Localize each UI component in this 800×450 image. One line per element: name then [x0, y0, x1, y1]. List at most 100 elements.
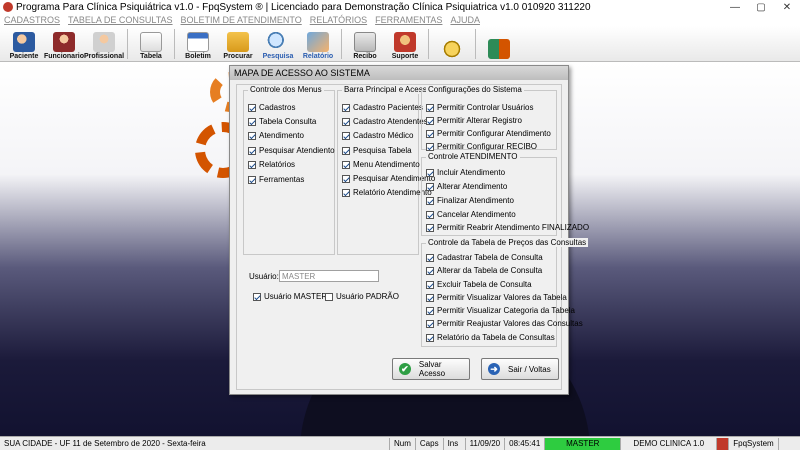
- status-caps: Caps: [416, 437, 444, 450]
- checkbox-visualizar-categoria[interactable]: Permitir Visualizar Categoria da Tabela: [426, 306, 575, 315]
- minimize-button[interactable]: —: [722, 0, 748, 14]
- paciente-label: Paciente: [9, 53, 39, 60]
- menu-ferramentas[interactable]: FERRAMENTAS: [375, 15, 442, 25]
- menu-relatorios[interactable]: RELATÓRIOS: [310, 15, 367, 25]
- status-clinic: DEMO CLINICA 1.0: [621, 437, 718, 450]
- exit-back-label: Sair / Voltas: [508, 364, 551, 374]
- usuario-input[interactable]: MASTER: [279, 270, 379, 282]
- group-configuracoes: Configurações do Sistema Permitir Contro…: [421, 85, 557, 151]
- checkbox-relatorios[interactable]: Relatórios: [248, 160, 295, 169]
- group-title: Configurações do Sistema: [426, 85, 524, 94]
- checkbox-cadastrar-tabela[interactable]: Cadastrar Tabela de Consulta: [426, 253, 543, 262]
- status-date: 11/09/20: [466, 437, 506, 450]
- checkbox-atendimento[interactable]: Atendimento: [248, 131, 304, 140]
- checkbox-visualizar-valores[interactable]: Permitir Visualizar Valores da Tabela: [426, 293, 567, 302]
- suporte-label: Suporte: [391, 53, 419, 60]
- checkbox-finalizar-atendimento[interactable]: Finalizar Atendimento: [426, 196, 514, 205]
- status-user: MASTER: [545, 437, 622, 450]
- paciente-button[interactable]: Paciente: [4, 27, 44, 61]
- people-icon: [13, 32, 35, 52]
- receipt-icon: [354, 32, 376, 52]
- pesquisa-button[interactable]: Pesquisa: [258, 27, 298, 61]
- checkbox-cancelar-atendimento[interactable]: Cancelar Atendimento: [426, 210, 516, 219]
- usuario-label: Usuário:: [249, 272, 279, 281]
- checkbox-pesquisar-atendimento[interactable]: Pesquisar Atendiento: [248, 146, 335, 155]
- profissional-button[interactable]: Profissional: [84, 27, 124, 61]
- exit-back-button[interactable]: ➜ Sair / Voltas: [481, 358, 559, 380]
- staff-icon: [53, 32, 75, 52]
- checkbox-excluir-tabela[interactable]: Excluir Tabela de Consulta: [426, 280, 532, 289]
- checkbox-configurar-atendimento[interactable]: Permitir Configurar Atendimento: [426, 129, 551, 138]
- recibo-button[interactable]: Recibo: [345, 27, 385, 61]
- checkbox-usuario-padrao[interactable]: Usuário PADRÃO: [325, 292, 399, 301]
- checkbox-configurar-recibo[interactable]: Permitir Configurar RECIBO: [426, 142, 537, 151]
- checkmark-icon: ✔: [399, 363, 411, 375]
- checkbox-pesquisa-tabela[interactable]: Pesquisa Tabela: [342, 146, 412, 155]
- checkbox-cadastro-medico[interactable]: Cadastro Médico: [342, 131, 413, 140]
- group-barra-principal: Barra Principal e Acessos Cadastro Pacie…: [337, 85, 438, 255]
- menu-cadastros[interactable]: CADASTROS: [4, 15, 60, 25]
- relatorio-button[interactable]: Relatório: [298, 27, 338, 61]
- group-title: Controle da Tabela de Preços das Consult…: [426, 238, 589, 247]
- checkbox-incluir-atendimento[interactable]: Incluir Atendimento: [426, 168, 505, 177]
- menu-boletim-de-atendimento[interactable]: BOLETIM DE ATENDIMENTO: [181, 15, 302, 25]
- menu-bar: CADASTROS TABELA DE CONSULTAS BOLETIM DE…: [0, 14, 800, 26]
- pesquisa-label: Pesquisa: [262, 53, 294, 60]
- back-arrow-icon: ➜: [488, 363, 500, 375]
- maximize-button[interactable]: ▢: [748, 0, 774, 14]
- menu-ajuda[interactable]: AJUDA: [450, 15, 480, 25]
- close-button[interactable]: ✕: [774, 0, 800, 14]
- checkbox-controlar-usuarios[interactable]: Permitir Controlar Usuários: [426, 103, 533, 112]
- checkbox-relatorio-atendimento[interactable]: Relatório Atendimento: [342, 188, 432, 197]
- boletim-label: Boletim: [185, 53, 211, 60]
- save-access-button[interactable]: ✔ Salvar Acesso: [392, 358, 470, 380]
- profissional-label: Profissional: [83, 53, 125, 60]
- checkbox-reajustar-valores[interactable]: Permitir Reajustar Valores das Consultas: [426, 319, 583, 328]
- toolbar-separator: [428, 29, 429, 59]
- exit-door-icon: [488, 39, 510, 59]
- app-icon: [3, 2, 13, 12]
- checkbox-alterar-tabela[interactable]: Alterar da Tabela de Consulta: [426, 266, 542, 275]
- procurar-button[interactable]: Procurar: [218, 27, 258, 61]
- coins-button[interactable]: [432, 27, 472, 61]
- status-time: 08:45:41: [505, 437, 546, 450]
- toolbar: Paciente Funcionario Profissional Tabela…: [0, 26, 800, 62]
- doctor-icon: [93, 32, 115, 52]
- status-num: Num: [390, 437, 416, 450]
- checkbox-tabela-consulta[interactable]: Tabela Consulta: [248, 117, 316, 126]
- status-ins: Ins: [444, 437, 466, 450]
- bulletin-icon: [187, 32, 209, 52]
- boletim-button[interactable]: Boletim: [178, 27, 218, 61]
- tabela-button[interactable]: Tabela: [131, 27, 171, 61]
- status-indicator: [717, 437, 730, 450]
- access-map-dialog: MAPA DE ACESSO AO SISTEMA Controle dos M…: [229, 65, 589, 395]
- checkbox-cadastro-atendentes[interactable]: Cadastro Atendentes: [342, 117, 428, 126]
- checkbox-reabrir-atendimento[interactable]: Permitir Reabrir Atendimento FINALIZADO: [426, 223, 589, 232]
- relatorio-label: Relatório: [302, 53, 334, 60]
- checkbox-cadastro-pacientes[interactable]: Cadastro Pacientes: [342, 103, 423, 112]
- toolbar-separator: [174, 29, 175, 59]
- checkbox-alterar-registro[interactable]: Permitir Alterar Registro: [426, 116, 522, 125]
- recibo-label: Recibo: [353, 53, 377, 60]
- support-icon: [394, 32, 416, 52]
- search-icon: [267, 32, 289, 52]
- checkbox-alterar-atendimento[interactable]: Alterar Atendimento: [426, 182, 507, 191]
- report-icon: [307, 32, 329, 52]
- status-brand: FpqSystem: [729, 437, 779, 450]
- suporte-button[interactable]: Suporte: [385, 27, 425, 61]
- procurar-label: Procurar: [223, 53, 253, 60]
- checkbox-usuario-master[interactable]: Usuário MASTER: [253, 292, 327, 301]
- checkbox-menu-atendimento[interactable]: Menu Atendimento: [342, 160, 420, 169]
- menu-tabela-de-consultas[interactable]: TABELA DE CONSULTAS: [68, 15, 173, 25]
- checkbox-ferramentas[interactable]: Ferramentas: [248, 175, 304, 184]
- exit-button[interactable]: [479, 27, 519, 61]
- funcionario-button[interactable]: Funcionario: [44, 27, 84, 61]
- toolbar-separator: [341, 29, 342, 59]
- group-controle-tabela-precos: Controle da Tabela de Preços das Consult…: [421, 238, 589, 347]
- group-controle-menus: Controle dos Menus Cadastros Tabela Cons…: [243, 85, 335, 255]
- checkbox-relatorio-tabela[interactable]: Relatório da Tabela de Consultas: [426, 333, 555, 342]
- save-access-label: Salvar Acesso: [418, 360, 446, 378]
- group-title: Controle dos Menus: [248, 85, 324, 94]
- checkbox-cadastros[interactable]: Cadastros: [248, 103, 295, 112]
- table-chart-icon: [140, 32, 162, 52]
